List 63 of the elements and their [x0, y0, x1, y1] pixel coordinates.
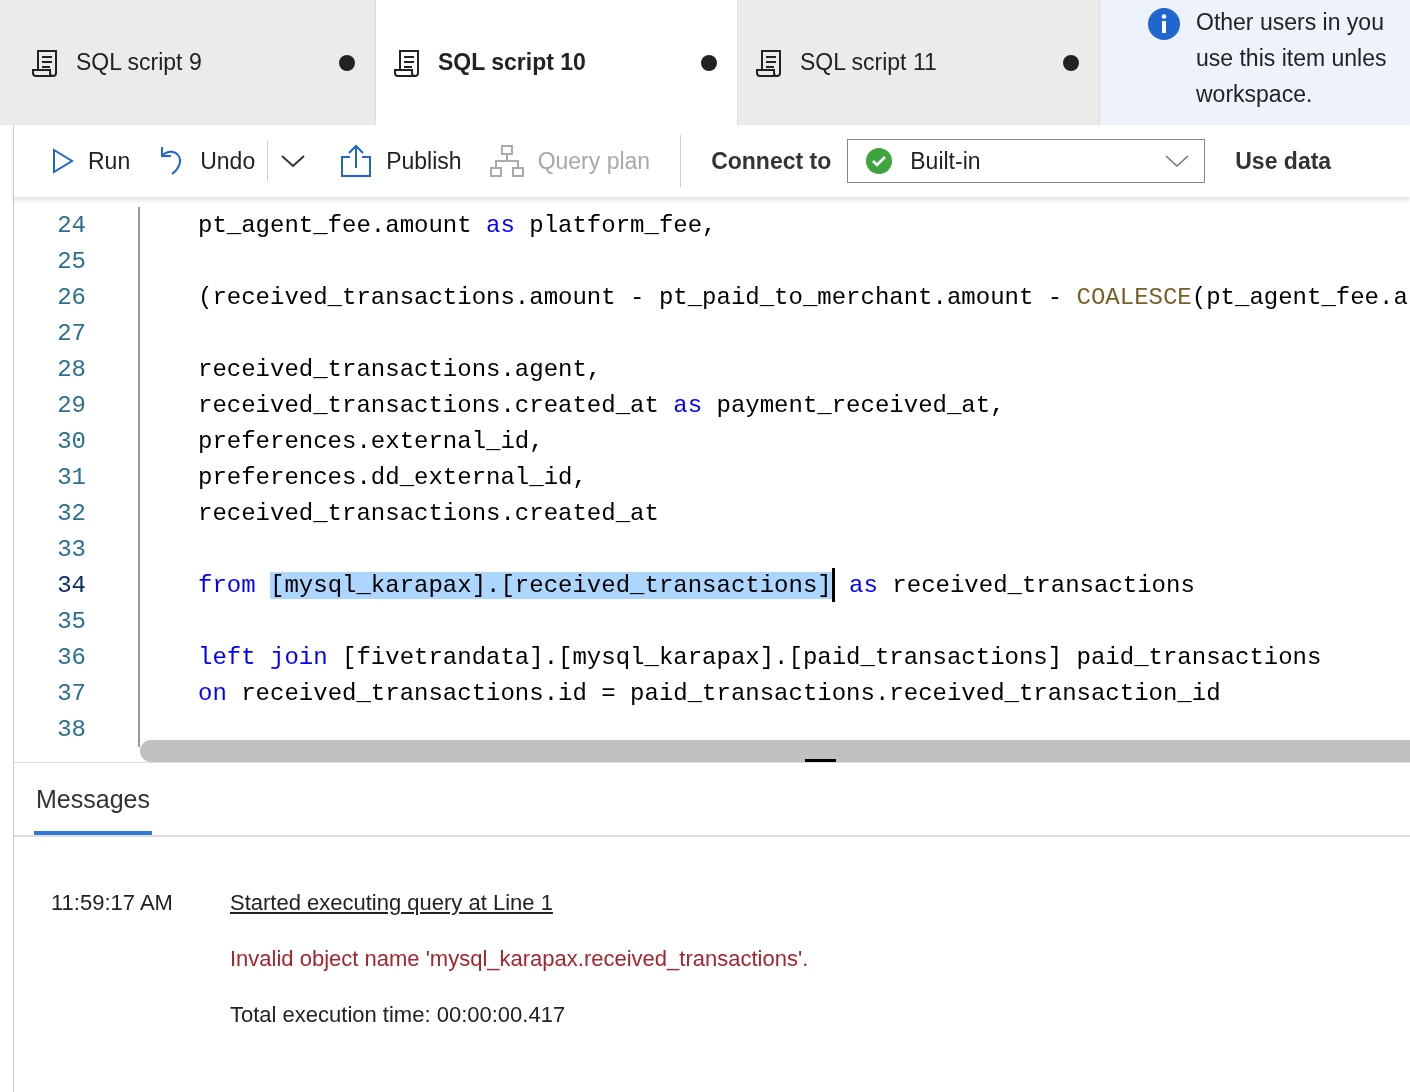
line-number: 35 — [56, 607, 86, 635]
code-token: payment_received_at, — [715, 391, 1005, 419]
messages-tab[interactable]: Messages — [34, 763, 152, 835]
toolbar-button[interactable]: Run — [44, 147, 139, 175]
code-token: received_transactions.created_at — [198, 391, 660, 419]
connect-label: Connect to — [711, 147, 832, 175]
chevron-down-icon — [1164, 154, 1191, 168]
message-text: Total execution time: 00:00:00.417 — [230, 1001, 566, 1029]
line-number: 24 — [56, 211, 86, 239]
selected-code: [mysql_karapax].[received_transactions] — [270, 571, 832, 599]
line-number: 29 — [56, 391, 86, 419]
line-number: 28 — [56, 355, 86, 383]
code-token: received_transactions.id = paid_transactions.received_transaction_id — [240, 679, 1221, 707]
code-token: received_transactions — [891, 571, 1195, 599]
hierarchy-icon — [489, 145, 524, 177]
horizontal-scrollbar[interactable] — [140, 740, 1410, 762]
code-token: from — [198, 571, 257, 599]
toolbar-button[interactable]: Undo — [150, 145, 264, 177]
code-token: COALESCE — [1076, 283, 1192, 311]
line-number: 33 — [56, 535, 86, 563]
tab-label: SQL script 9 — [76, 49, 203, 76]
code-token: (received_transactions.amount - pt_paid_to_merchant.amount - — [198, 283, 1064, 311]
info-icon — [1148, 8, 1180, 40]
code-token: received_transactions.agent, — [198, 355, 602, 383]
code-token: left join — [198, 643, 328, 671]
line-number: 38 — [56, 715, 86, 743]
code-token: preferences.dd_external_id, — [198, 463, 587, 491]
tab-label: SQL script 11 — [800, 49, 938, 76]
play-icon — [52, 148, 74, 174]
database-label: Use data — [1235, 147, 1332, 175]
code-token: on — [198, 679, 227, 707]
line-number: 37 — [56, 679, 86, 707]
line-number: 36 — [56, 643, 86, 671]
code-token: pt_agent_fee.amount — [198, 211, 473, 239]
resize-handle[interactable] — [805, 759, 836, 762]
notice-text: workspace. — [1196, 80, 1314, 109]
line-number: 31 — [56, 463, 86, 491]
connection-dropdown[interactable]: Built-in — [847, 139, 1206, 183]
line-number: 30 — [56, 427, 86, 455]
script-tab[interactable]: SQL script 10 — [376, 0, 738, 125]
code-token: as — [486, 211, 515, 239]
chevron-down-icon — [280, 154, 307, 168]
line-number: 34 — [56, 571, 86, 599]
text-cursor — [831, 568, 835, 602]
code-token: preferences.external_id, — [198, 427, 544, 455]
code-token: received_transactions.created_at — [198, 499, 659, 527]
error-message: Invalid object name 'mysql_karapax.received_transactions'. — [230, 945, 809, 973]
toolbar-button[interactable]: Publish — [332, 144, 470, 178]
notice-text: Other users in you — [1196, 8, 1385, 37]
code-token: platform_fee, — [528, 211, 717, 239]
code-token: as — [848, 571, 878, 599]
code-token: [fivetrandata].[mysql_karapax].[paid_transactions] paid_transactions — [341, 643, 1322, 671]
notice-text: use this item unles — [1196, 44, 1387, 73]
upload-icon — [340, 144, 373, 178]
line-number: 25 — [56, 247, 86, 275]
line-number: 27 — [56, 319, 86, 347]
tab-label: SQL script 10 — [438, 49, 587, 76]
message-time: 11:59:17 AM — [51, 889, 174, 917]
line-number: 32 — [56, 499, 86, 527]
code-token: (pt_agent_fee.a — [1191, 283, 1408, 311]
code-token: as — [673, 391, 703, 419]
line-number: 26 — [56, 283, 86, 311]
message-link[interactable]: Started executing query at Line 1 — [230, 887, 553, 919]
